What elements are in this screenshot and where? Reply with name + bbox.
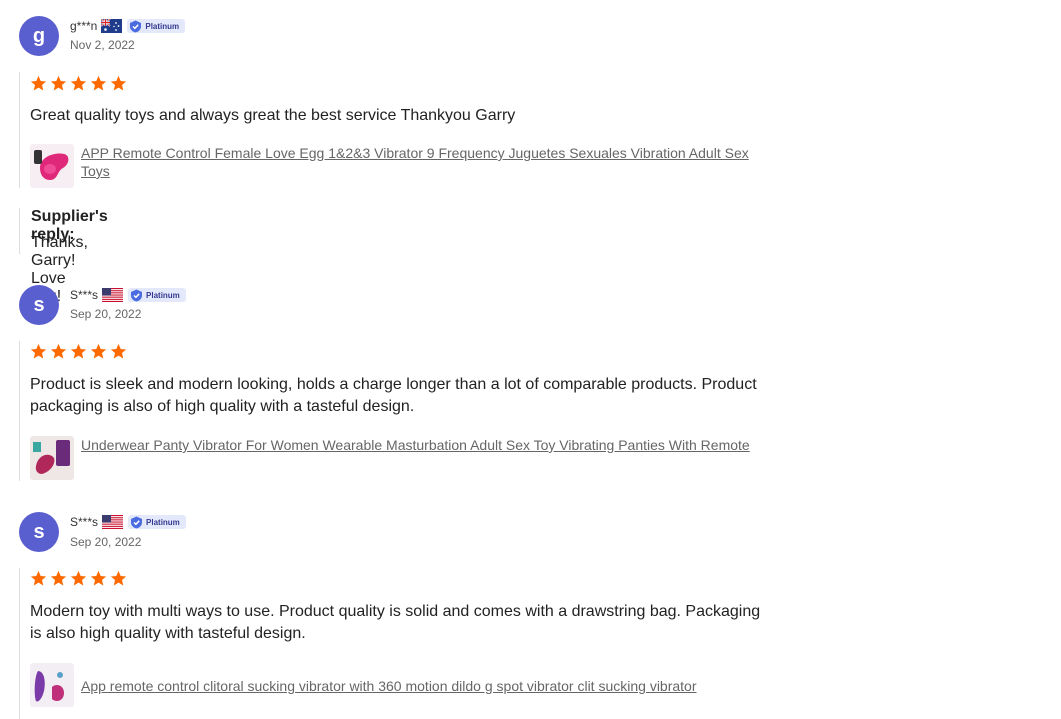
australia-flag-icon <box>101 19 123 33</box>
review-date: Sep 20, 2022 <box>70 535 142 549</box>
product-title-link[interactable]: Underwear Panty Vibrator For Women Weara… <box>81 436 771 454</box>
badge-label: Platinum <box>146 517 180 527</box>
review-text: Modern toy with multi ways to use. Produ… <box>30 603 761 642</box>
reviewer-name: S***s <box>70 515 99 529</box>
platinum-badge: Platinum <box>128 515 186 529</box>
review-body: Great quality toys and always great the … <box>19 72 749 188</box>
star-icon <box>90 75 107 91</box>
star-icon <box>110 75 127 91</box>
avatar: g <box>19 16 59 56</box>
reviewer-info: S***s Platinum <box>70 286 186 304</box>
star-rating <box>30 75 130 92</box>
review-text: Great quality toys and always great the … <box>30 107 516 124</box>
avatar-letter: s <box>33 520 45 543</box>
usa-flag-icon <box>102 288 124 302</box>
star-icon <box>70 570 87 586</box>
star-icon <box>70 343 87 359</box>
star-icon <box>110 343 127 359</box>
star-icon <box>70 75 87 91</box>
product-image <box>30 663 74 707</box>
verified-shield-icon <box>131 516 143 528</box>
product-link-row[interactable]: App remote control clitoral sucking vibr… <box>30 663 771 707</box>
star-icon <box>50 570 67 586</box>
product-title-link[interactable]: APP Remote Control Female Love Egg 1&2&3… <box>81 144 771 180</box>
star-icon <box>30 343 47 359</box>
product-image <box>30 436 74 480</box>
review-text: Product is sleek and modern looking, hol… <box>30 376 757 415</box>
avatar-letter: g <box>32 24 46 47</box>
usa-flag-icon <box>102 515 124 529</box>
star-icon <box>90 343 107 359</box>
star-rating <box>30 343 130 360</box>
star-rating <box>30 570 130 587</box>
badge-label: Platinum <box>145 21 180 31</box>
reviewer-name: g***n <box>70 19 98 33</box>
star-icon <box>30 75 47 91</box>
product-thumbnail[interactable] <box>30 436 74 480</box>
product-link-row[interactable]: Underwear Panty Vibrator For Women Weara… <box>30 436 771 480</box>
review-date: Sep 20, 2022 <box>70 307 142 321</box>
verified-shield-icon <box>130 20 142 32</box>
platinum-badge: Platinum <box>127 19 186 33</box>
star-icon <box>110 570 127 586</box>
product-image <box>30 144 74 188</box>
review-date: Nov 2, 2022 <box>70 38 135 52</box>
product-link-row[interactable]: APP Remote Control Female Love Egg 1&2&3… <box>30 144 771 188</box>
star-icon <box>50 343 67 359</box>
star-icon <box>30 570 47 586</box>
star-icon <box>90 570 107 586</box>
avatar: s <box>19 285 59 325</box>
product-title-link[interactable]: App remote control clitoral sucking vibr… <box>81 677 771 695</box>
review-body: Modern toy with multi ways to use. Produ… <box>19 568 760 719</box>
verified-shield-icon <box>131 289 143 301</box>
product-thumbnail[interactable] <box>30 144 74 188</box>
badge-label: Platinum <box>146 290 180 300</box>
product-thumbnail[interactable] <box>30 663 74 707</box>
avatar: s <box>19 512 59 552</box>
supplier-reply: Supplier's reply: Thanks, Garry! Love yo… <box>19 208 108 305</box>
reviewer-info: g***n Platinum <box>70 17 186 35</box>
review-body: Product is sleek and modern looking, hol… <box>19 341 757 481</box>
platinum-badge: Platinum <box>128 288 186 302</box>
star-icon <box>50 75 67 91</box>
avatar-letter: s <box>33 293 45 316</box>
reviewer-name: S***s <box>70 288 99 302</box>
reviewer-info: S***s Platinum <box>70 513 186 531</box>
